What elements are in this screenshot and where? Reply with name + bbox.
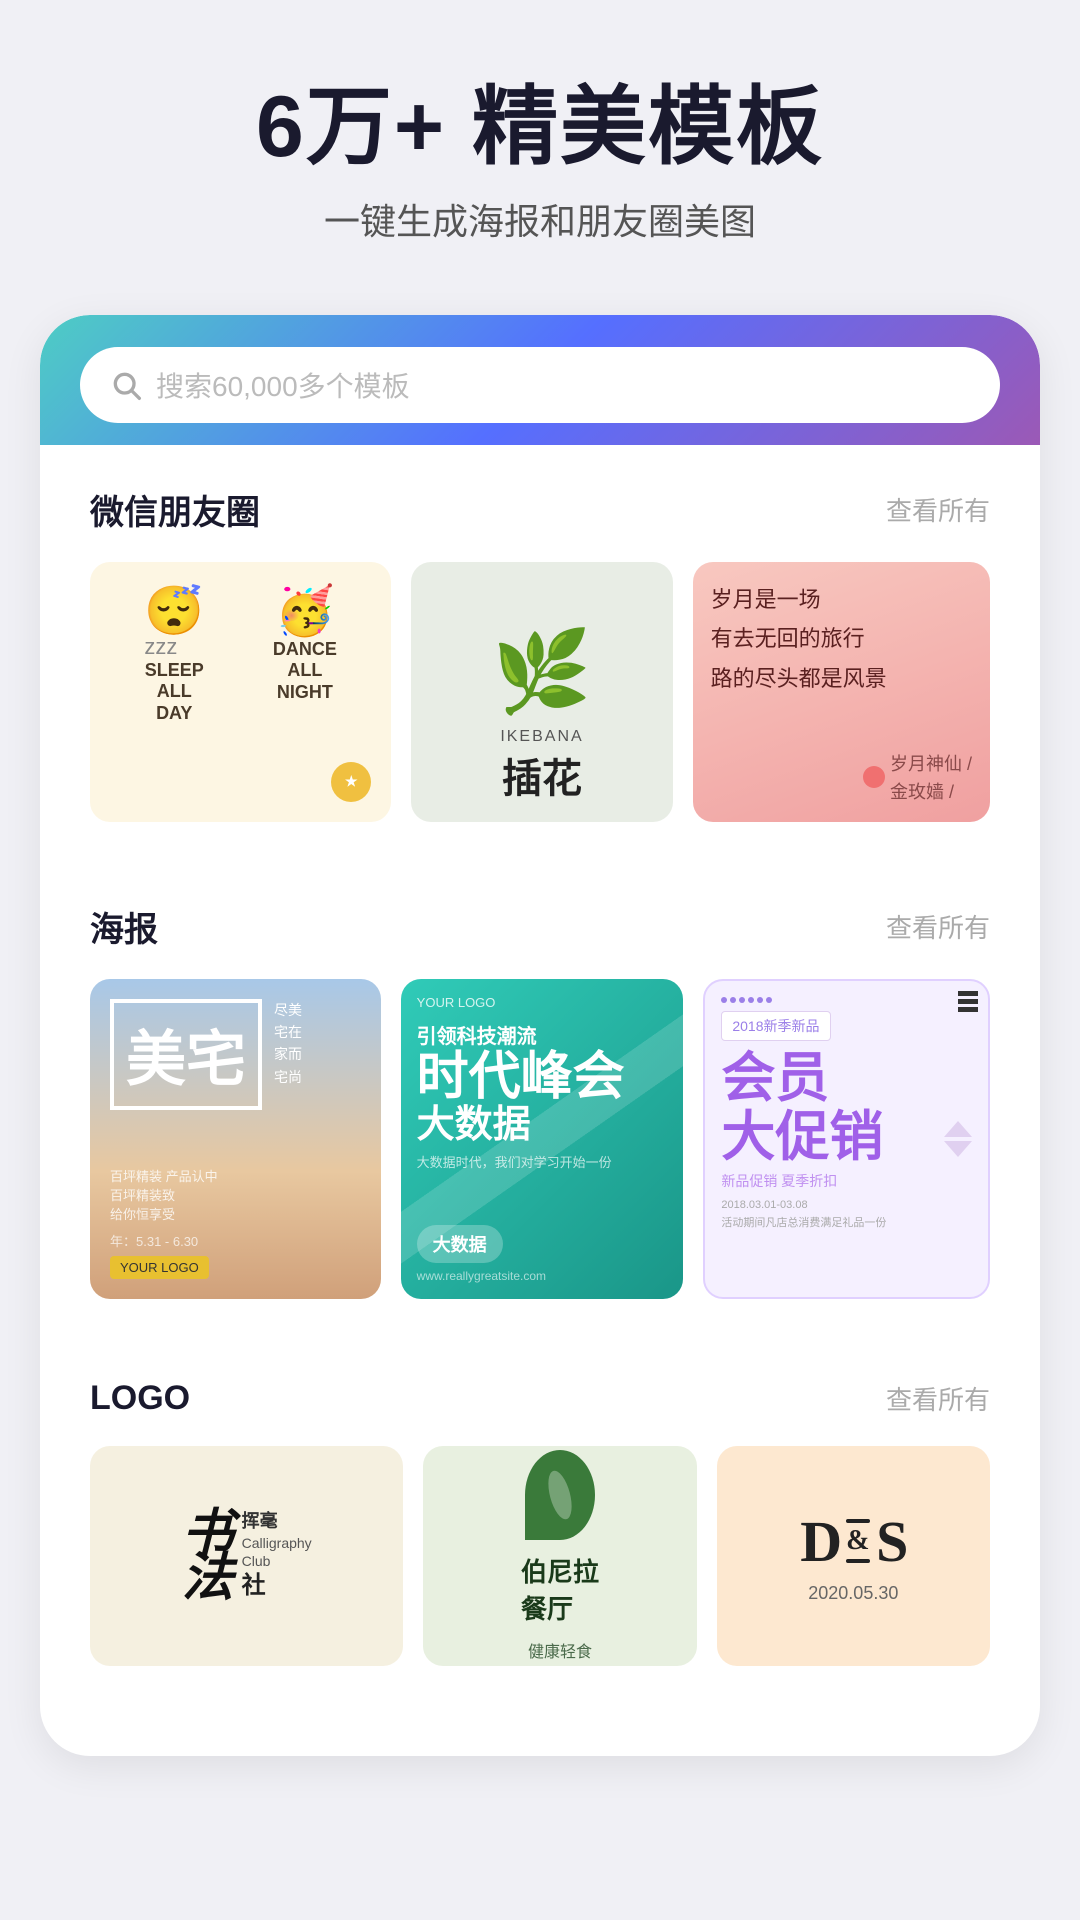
promo-info1: 2018.03.01-03.08	[721, 1199, 807, 1211]
travel-bottom: 岁月神仙 / 金玫嫱 /	[711, 750, 972, 804]
character-dance: 🥳 DANCEALLNIGHT	[273, 582, 337, 704]
promo-title: 会员 大促销	[721, 1049, 972, 1168]
wechat-card-travel[interactable]: 岁月是一场 有去无回的旅行 路的尽头都是风景 岁月神仙 / 金玫嫱 /	[693, 562, 990, 822]
travel-author1: 岁月神仙 /	[890, 750, 972, 776]
poster-section-title: 海报	[90, 902, 158, 951]
calli-en1: Calligraphy	[242, 1534, 312, 1552]
poster-section: 海报 查看所有 美宅 尽美宅在家而宅尚 百坪精装 产品认中 百坪精装致给你恒享受…	[40, 862, 1040, 1309]
travel-line3: 路的尽头都是风景	[711, 666, 887, 691]
meizhai-desc: 尽美宅在家而宅尚	[274, 999, 302, 1089]
promo-badge: 2018新季新品	[721, 1011, 830, 1041]
promo-title1: 会员	[721, 1048, 829, 1108]
travel-author2: 金玫嫱 /	[890, 778, 972, 804]
poster-view-all[interactable]: 查看所有	[886, 908, 990, 945]
data-bottom: 大数据 www.reallygreatsite.com	[417, 1225, 668, 1283]
calli-en2: Club	[242, 1552, 312, 1570]
logo-view-all[interactable]: 查看所有	[886, 1380, 990, 1417]
search-box[interactable]: 搜索60,000多个模板	[80, 347, 1000, 423]
zzz-text: zzz	[144, 634, 177, 660]
calligraphy-en-group: 挥毫 Calligraphy Club 社	[242, 1510, 312, 1601]
ikebana-text-cn: 插花	[502, 746, 582, 804]
calli-cn-fa: 法	[182, 1552, 234, 1604]
logo-section-title: LOGO	[90, 1379, 190, 1418]
promo-sub: 新品促销 夏季折扣	[721, 1171, 972, 1191]
data-website: www.reallygreatsite.com	[417, 1269, 668, 1283]
logo-cards-row: 书 法 挥毫 Calligraphy Club 社 伯尼拉 餐厅	[90, 1446, 990, 1666]
travel-line2: 有去无回的旅行	[711, 626, 865, 651]
ds-logo-text: D	[800, 1508, 840, 1575]
promo-arrows	[944, 1117, 972, 1161]
promo-deco-line	[958, 991, 978, 1012]
logo-card-restaurant[interactable]: 伯尼拉 餐厅 健康轻食	[423, 1446, 696, 1666]
poster-card-data[interactable]: YOUR LOGO 引领科技潮流 时代峰会 大数据 大数据时代，我们对学习开始一…	[401, 979, 684, 1299]
sleep-emoji: 😴	[144, 582, 204, 639]
poster-section-header: 海报 查看所有	[90, 902, 990, 951]
hero-title: 6万+ 精美模板	[60, 80, 1020, 175]
search-placeholder: 搜索60,000多个模板	[156, 365, 410, 405]
promo-info2: 活动期间凡店总消费满足礼品一份	[721, 1217, 886, 1229]
hero-section: 6万+ 精美模板 一键生成海报和朋友圈美图	[0, 0, 1080, 285]
logo-section: LOGO 查看所有 书 法 挥毫 Calligraphy Club 社	[40, 1339, 1040, 1676]
promo-info: 2018.03.01-03.08 活动期间凡店总消费满足礼品一份	[721, 1197, 972, 1232]
ds-s: S	[876, 1508, 906, 1575]
wechat-card-ikebana[interactable]: 🌿 IKEBANA 插花	[411, 562, 672, 822]
promo-dots-top	[721, 997, 972, 1003]
sleep-text: SLEEPALLDAY	[145, 660, 204, 725]
big-data-tag: 大数据	[417, 1225, 503, 1263]
travel-dot	[863, 766, 885, 788]
restaurant-leaf-icon	[525, 1450, 595, 1540]
wechat-section: 微信朋友圈 查看所有 😴 zzz SLEEPALLDAY 🥳 DANCEALLN…	[40, 445, 1040, 832]
travel-line1: 岁月是一场	[711, 587, 821, 612]
meizhai-tagline: 百坪精装 产品认中	[110, 1166, 361, 1185]
calli-hui: 挥毫	[242, 1510, 312, 1533]
ds-date: 2020.05.30	[808, 1583, 898, 1604]
calli-she: 社	[242, 1570, 312, 1601]
restaurant-name: 伯尼拉 餐厅	[521, 1552, 599, 1626]
meizhai-bottom: 百坪精装 产品认中 百坪精装致给你恒享受 年：5.31 - 6.30 YOUR …	[110, 1166, 361, 1279]
app-card: 搜索60,000多个模板 微信朋友圈 查看所有 😴 zzz SLEEPALLDA…	[40, 315, 1040, 1756]
wechat-view-all[interactable]: 查看所有	[886, 491, 990, 528]
restaurant-sub: 健康轻食	[528, 1638, 592, 1662]
arrow-down-icon	[944, 1141, 972, 1157]
meizhai-sub: 百坪精装致给你恒享受	[110, 1185, 361, 1223]
poster-cards-row: 美宅 尽美宅在家而宅尚 百坪精装 产品认中 百坪精装致给你恒享受 年：5.31 …	[90, 979, 990, 1299]
arrow-up-icon	[944, 1121, 972, 1137]
search-icon	[110, 369, 142, 401]
sleep-dance-top: 😴 zzz SLEEPALLDAY 🥳 DANCEALLNIGHT	[110, 582, 371, 725]
logo-card-calligraphy[interactable]: 书 法 挥毫 Calligraphy Club 社	[90, 1446, 403, 1666]
poster-card-meizhai[interactable]: 美宅 尽美宅在家而宅尚 百坪精装 产品认中 百坪精装致给你恒享受 年：5.31 …	[90, 979, 381, 1299]
wechat-section-title: 微信朋友圈	[90, 485, 260, 534]
wechat-section-header: 微信朋友圈 查看所有	[90, 485, 990, 534]
meizhai-title: 美宅	[110, 999, 262, 1110]
calligraphy-cn-group: 书 法	[182, 1508, 234, 1604]
gradient-header: 搜索60,000多个模板	[40, 315, 1040, 445]
promo-title2: 大促销	[721, 1107, 883, 1167]
poster-card-promo[interactable]: 2018新季新品 会员 大促销 新品促销 夏季折扣 2018.03.01-03.…	[703, 979, 990, 1299]
yourlogo-badge: YOUR LOGO	[110, 1256, 209, 1279]
dance-emoji: 🥳	[275, 582, 335, 639]
meizhai-date: 年：5.31 - 6.30	[110, 1231, 361, 1250]
travel-text-main: 岁月是一场 有去无回的旅行 路的尽头都是风景	[711, 580, 972, 699]
ds-logo-group: D & S	[800, 1508, 906, 1575]
wechat-card-sleep-dance[interactable]: 😴 zzz SLEEPALLDAY 🥳 DANCEALLNIGHT ★	[90, 562, 391, 822]
character-sleep: 😴 zzz SLEEPALLDAY	[144, 582, 204, 725]
leaf-inner	[544, 1468, 576, 1521]
logo-section-header: LOGO 查看所有	[90, 1379, 990, 1418]
dance-text: DANCEALLNIGHT	[273, 639, 337, 704]
hero-subtitle: 一键生成海报和朋友圈美图	[60, 193, 1020, 245]
ds-ampersand-col: &	[846, 1519, 870, 1563]
ikebana-text-en: IKEBANA	[500, 728, 583, 746]
sleep-badge: ★	[331, 762, 371, 802]
wechat-cards-row: 😴 zzz SLEEPALLDAY 🥳 DANCEALLNIGHT ★ 🌿 IK…	[90, 562, 990, 822]
logo-card-ds[interactable]: D & S 2020.05.30	[717, 1446, 990, 1666]
